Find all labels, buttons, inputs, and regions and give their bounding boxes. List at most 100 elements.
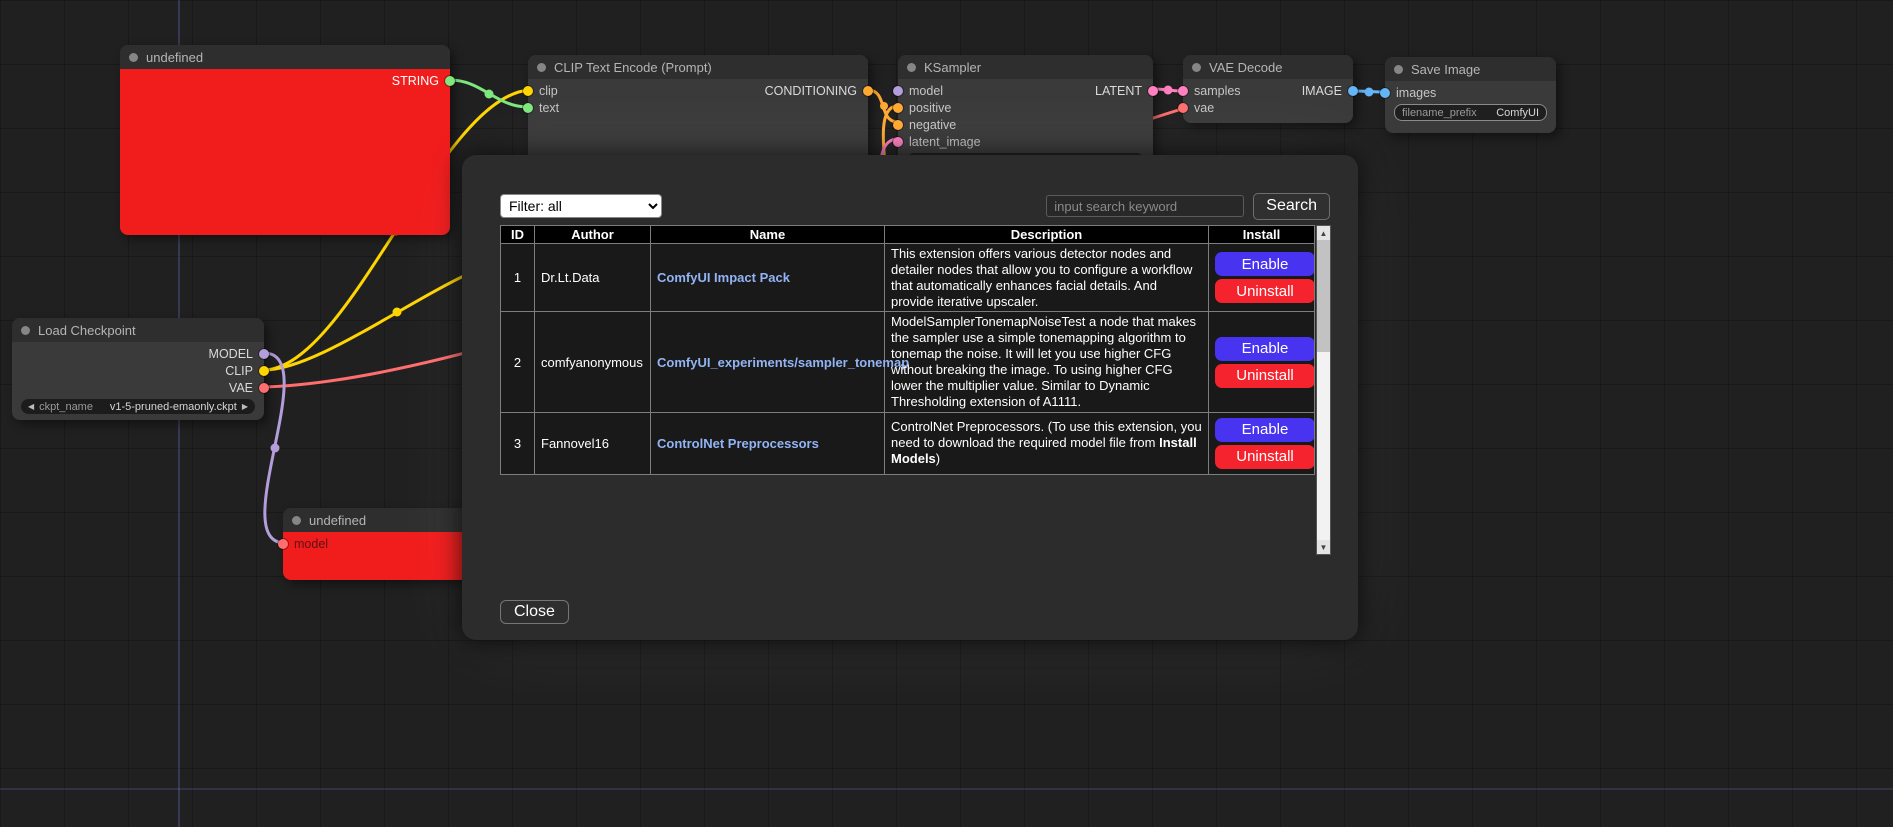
input-slot-text[interactable]: text <box>523 101 559 115</box>
node-header[interactable]: Load Checkpoint <box>12 318 264 342</box>
cell-name: ComfyUI_experiments/sampler_tonemap <box>651 312 885 412</box>
input-slot-positive[interactable]: positive <box>893 101 951 115</box>
node-title: Save Image <box>1411 62 1480 77</box>
input-slot-model[interactable]: model <box>278 537 328 551</box>
input-slot-images[interactable]: images <box>1380 86 1436 100</box>
close-button[interactable]: Close <box>500 600 569 624</box>
search-input[interactable] <box>1046 195 1244 217</box>
vae-slot-dot[interactable] <box>259 383 269 393</box>
collapse-dot[interactable] <box>1192 63 1201 72</box>
column-header-description: Description <box>885 226 1209 244</box>
model-slot-dot[interactable] <box>893 86 903 96</box>
collapse-dot[interactable] <box>907 63 916 72</box>
cell-id: 2 <box>501 312 535 412</box>
node-header[interactable]: KSampler <box>898 55 1153 79</box>
enable-button[interactable]: Enable <box>1215 252 1315 276</box>
link-midpoint <box>485 90 494 99</box>
vae-slot-dot[interactable] <box>1178 103 1188 113</box>
conditioning-slot-dot[interactable] <box>863 86 873 96</box>
input-slot-model[interactable]: model <box>893 84 943 98</box>
latent-image-slot-dot[interactable] <box>893 137 903 147</box>
manager-dialog: Filter: all Search IDAuthorNameDescripti… <box>462 155 1358 640</box>
extension-row: 1Dr.Lt.DataComfyUI Impact PackThis exten… <box>501 244 1315 312</box>
node-load-checkpoint[interactable]: Load Checkpoint MODEL CLIP VAE ◀ ckpt_na… <box>12 318 264 420</box>
node-title: CLIP Text Encode (Prompt) <box>554 60 712 75</box>
table-header-row: IDAuthorNameDescriptionInstall <box>501 226 1315 244</box>
cell-author: Fannovel16 <box>535 412 651 474</box>
input-slot-latent-image[interactable]: latent_image <box>893 135 981 149</box>
extension-row: 2comfyanonymousComfyUI_experiments/sampl… <box>501 312 1315 412</box>
extension-link[interactable]: ComfyUI Impact Pack <box>657 270 790 285</box>
cell-name: ComfyUI Impact Pack <box>651 244 885 312</box>
uninstall-button[interactable]: Uninstall <box>1215 364 1315 388</box>
cell-id: 1 <box>501 244 535 312</box>
text-slot-dot[interactable] <box>523 103 533 113</box>
scroll-up-icon[interactable]: ▲ <box>1317 226 1330 240</box>
node-header[interactable]: undefined <box>120 45 450 69</box>
column-header-name: Name <box>651 226 885 244</box>
node-title: VAE Decode <box>1209 60 1282 75</box>
ckpt-name-widget[interactable]: ◀ ckpt_name v1-5-pruned-emaonly.ckpt ▶ <box>21 399 255 414</box>
samples-slot-dot[interactable] <box>1178 86 1188 96</box>
string-slot-dot[interactable] <box>445 76 455 86</box>
output-slot-latent[interactable]: LATENT <box>1095 84 1158 98</box>
search-button[interactable]: Search <box>1253 193 1330 220</box>
model-slot-dot[interactable] <box>259 349 269 359</box>
node-header[interactable]: CLIP Text Encode (Prompt) <box>528 55 868 79</box>
filename-prefix-widget[interactable]: filename_prefix ComfyUI <box>1394 104 1547 121</box>
scrollbar-thumb[interactable] <box>1317 240 1330 352</box>
node-save-image[interactable]: Save Image images filename_prefix ComfyU… <box>1385 57 1556 133</box>
uninstall-button[interactable]: Uninstall <box>1215 445 1315 469</box>
images-slot-dot[interactable] <box>1380 88 1390 98</box>
description-text: ControlNet Preprocessors. (To use this e… <box>891 419 1202 450</box>
extension-link[interactable]: ComfyUI_experiments/sampler_tonemap <box>657 355 909 370</box>
link-midpoint <box>1164 86 1173 95</box>
cell-name: ControlNet Preprocessors <box>651 412 885 474</box>
column-header-id: ID <box>501 226 535 244</box>
input-slot-clip[interactable]: clip <box>523 84 558 98</box>
output-slot-string[interactable]: STRING <box>392 74 455 88</box>
enable-button[interactable]: Enable <box>1215 418 1315 442</box>
output-slot-clip[interactable]: CLIP <box>225 364 269 378</box>
positive-slot-dot[interactable] <box>893 103 903 113</box>
link-midpoint <box>880 102 888 110</box>
collapse-dot[interactable] <box>1394 65 1403 74</box>
output-slot-vae[interactable]: VAE <box>229 381 269 395</box>
node-vae-decode[interactable]: VAE Decode samples IMAGE vae <box>1183 55 1353 123</box>
output-slot-conditioning[interactable]: CONDITIONING <box>765 84 873 98</box>
filter-select[interactable]: Filter: all <box>500 194 662 218</box>
clip-slot-dot[interactable] <box>259 366 269 376</box>
model-slot-dot[interactable] <box>278 539 288 549</box>
node-header[interactable]: Save Image <box>1385 57 1556 81</box>
node-undefined-top[interactable]: undefined STRING <box>120 45 450 235</box>
table-scrollbar[interactable]: ▲ ▼ <box>1316 225 1331 555</box>
cell-description: This extension offers various detector n… <box>885 244 1209 312</box>
clip-slot-dot[interactable] <box>523 86 533 96</box>
cell-author: comfyanonymous <box>535 312 651 412</box>
node-title: undefined <box>309 513 366 528</box>
input-slot-samples[interactable]: samples <box>1178 84 1241 98</box>
collapse-dot[interactable] <box>21 326 30 335</box>
enable-button[interactable]: Enable <box>1215 337 1315 361</box>
collapse-dot[interactable] <box>537 63 546 72</box>
dialog-topbar: Filter: all Search <box>500 193 1330 219</box>
collapse-dot[interactable] <box>292 516 301 525</box>
node-title: undefined <box>146 50 203 65</box>
uninstall-button[interactable]: Uninstall <box>1215 279 1315 303</box>
image-slot-dot[interactable] <box>1348 86 1358 96</box>
scroll-down-icon[interactable]: ▼ <box>1317 540 1330 554</box>
input-slot-vae[interactable]: vae <box>1178 101 1214 115</box>
latent-slot-dot[interactable] <box>1148 86 1158 96</box>
node-header[interactable]: VAE Decode <box>1183 55 1353 79</box>
link-midpoint <box>1365 88 1374 97</box>
output-slot-image[interactable]: IMAGE <box>1302 84 1358 98</box>
node-title: KSampler <box>924 60 981 75</box>
widget-left-arrow-icon[interactable]: ◀ <box>28 402 34 411</box>
extension-row: 3Fannovel16ControlNet PreprocessorsContr… <box>501 412 1315 474</box>
extension-link[interactable]: ControlNet Preprocessors <box>657 436 819 451</box>
collapse-dot[interactable] <box>129 53 138 62</box>
widget-right-arrow-icon[interactable]: ▶ <box>242 402 248 411</box>
input-slot-negative[interactable]: negative <box>893 118 956 132</box>
output-slot-model[interactable]: MODEL <box>209 347 269 361</box>
negative-slot-dot[interactable] <box>893 120 903 130</box>
